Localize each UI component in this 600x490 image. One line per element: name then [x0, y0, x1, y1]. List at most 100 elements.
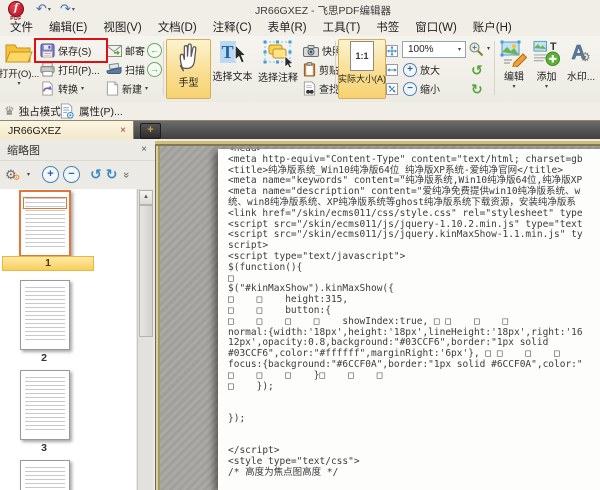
rotate-right-button[interactable]: ↻ [471, 80, 483, 97]
properties-button[interactable]: 属性(P)... [60, 103, 123, 119]
menu-item[interactable]: 账户(H) [465, 19, 520, 35]
open-button[interactable]: 打开(O)... ▾ [0, 39, 38, 97]
mail-label: 邮寄 [125, 43, 145, 58]
thumbnail-scrollbar[interactable]: ▲ [137, 189, 153, 490]
thumbnail-page-4[interactable] [20, 460, 70, 490]
tab-close-icon[interactable]: × [120, 125, 133, 136]
rotate-left-90-button[interactable]: ↺ [90, 167, 102, 182]
thumbnail-page-1[interactable] [19, 190, 71, 257]
fit-visible-button[interactable] [386, 80, 398, 97]
scroll-up-icon[interactable]: ▲ [139, 190, 153, 205]
code-line [228, 403, 583, 414]
camera-icon [303, 45, 319, 57]
redo-caret-icon[interactable]: ▾ [72, 6, 75, 13]
thumb-zoom-out-button[interactable]: − [63, 166, 80, 183]
forward-arrow-icon: → [147, 62, 162, 77]
hand-icon [175, 42, 203, 73]
menu-item[interactable]: 工具(T) [315, 19, 369, 35]
rotate-left-icon: ↺ [471, 63, 483, 77]
zoom-out-label: 缩小 [420, 81, 440, 96]
save-highlight-annotation [34, 38, 108, 63]
nav-back-button[interactable]: ← [147, 42, 162, 59]
select-annotation-button[interactable]: 选择注释 [255, 39, 301, 97]
zoom-marquee-button[interactable]: ▾ [468, 40, 490, 57]
options-gear-button[interactable]: ⚙ ⚙ [5, 167, 23, 183]
find-icon [303, 81, 316, 96]
thumb-zoom-in-button[interactable]: + [42, 166, 59, 183]
properties-label: 属性(P)... [79, 104, 123, 119]
scrollbar-thumb[interactable] [139, 205, 153, 337]
panel-title: 缩略图 [0, 142, 141, 158]
menu-item[interactable]: 书签 [368, 19, 407, 35]
separator [163, 41, 164, 95]
pdf-viewer: <head><meta http-equiv="Content-Type" co… [160, 146, 600, 490]
convert-caret-icon[interactable]: ▾ [81, 85, 84, 92]
new-caret-icon[interactable]: ▾ [145, 85, 148, 92]
undo-button[interactable]: ↶ ▾ [36, 2, 51, 16]
scan-button[interactable]: 扫描 ▾ [106, 61, 151, 78]
watermark-button[interactable]: A ⚙ 水印... [562, 39, 600, 97]
panel-close-icon[interactable]: × [141, 144, 155, 155]
fit-width-button[interactable] [386, 61, 398, 78]
zoom-out-minus-icon: − [403, 82, 417, 96]
rotate-left-button[interactable]: ↺ [471, 61, 483, 78]
undo-caret-icon[interactable]: ▾ [48, 6, 51, 13]
exclusive-mode-button[interactable]: ♛ 独占模式 [4, 103, 61, 119]
menu-item[interactable]: 窗口(W) [407, 19, 465, 35]
edit-button[interactable]: 编辑 ▾ [497, 39, 531, 97]
print-icon [40, 62, 55, 77]
fit-page-icon [386, 45, 398, 57]
add-caret-icon[interactable]: ▾ [545, 83, 548, 90]
hand-tool-button[interactable]: 手型 [166, 39, 211, 99]
code-line: <script src="/skin/ecms011/js/jquery.kin… [228, 230, 583, 241]
add-label: 添加 [537, 68, 557, 83]
actual-size-button[interactable]: 1:1 实际大小(A) [338, 39, 386, 99]
zoom-in-plus-icon: + [403, 63, 417, 77]
convert-button[interactable]: 转换 ▾ [40, 80, 84, 97]
zoom-combo-caret-icon[interactable]: ▾ [458, 46, 465, 53]
exclusive-mode-label: 独占模式 [19, 104, 61, 119]
panel-header: 缩略图 × [0, 139, 155, 161]
selected-page-number-badge[interactable]: 1 [2, 256, 94, 271]
nav-forward-button[interactable]: → [147, 61, 162, 78]
select-text-icon: T [218, 39, 248, 67]
new-button[interactable]: 新建 ▾ [106, 80, 148, 97]
convert-label: 转换 [58, 81, 78, 96]
find-label: 查找 [319, 81, 339, 96]
cursor-arrow-icon [234, 45, 247, 64]
zoom-level-value: 100% [403, 44, 458, 55]
edit-caret-icon[interactable]: ▾ [512, 83, 515, 90]
new-page-icon [106, 81, 119, 96]
mail-button[interactable]: 邮寄 ▾ [106, 42, 151, 59]
menu-item[interactable]: 视图(V) [95, 19, 149, 35]
window-title: JR66GXEZ - 飞思PDF编辑器 [255, 3, 391, 18]
select-text-button[interactable]: T 选择文本 [211, 39, 254, 97]
zoom-out-button[interactable]: − 缩小 [403, 80, 440, 97]
code-line: $(function(){ [228, 263, 583, 274]
hand-tool-label: 手型 [179, 74, 199, 89]
open-caret-icon[interactable]: ▾ [17, 80, 20, 87]
zoom-in-button[interactable]: + 放大 [403, 61, 440, 78]
rotate-right-90-button[interactable]: ↻ [106, 167, 118, 182]
menu-item[interactable]: 文档(D) [150, 19, 205, 35]
print-button[interactable]: 打印(P)... [40, 61, 100, 78]
zoom-marquee-caret-icon[interactable]: ▾ [487, 45, 490, 52]
menu-item[interactable]: 注释(C) [205, 19, 260, 35]
menu-item[interactable]: 表单(R) [260, 19, 315, 35]
fit-page-button[interactable] [386, 42, 398, 59]
thumbnail-page-2[interactable] [20, 280, 70, 350]
separator [494, 41, 495, 95]
menu-item[interactable]: 文件 [2, 19, 41, 35]
more-tools-chevron-icon[interactable]: » [121, 171, 133, 177]
thumbnail-page-3[interactable] [20, 370, 70, 440]
code-line: <link href="/skin/ecms011/css/style.css"… [228, 209, 583, 220]
snapshot-button[interactable]: 快照 [303, 42, 342, 59]
new-tab-button[interactable]: + [140, 123, 161, 139]
redo-button[interactable]: ↷ ▾ [60, 2, 75, 16]
options-caret-icon[interactable]: ▾ [27, 171, 30, 178]
add-button[interactable]: T 添加 ▾ [532, 39, 561, 97]
zoom-level-combobox[interactable]: 100% ▾ [402, 41, 466, 58]
menu-item[interactable]: 编辑(E) [41, 19, 95, 35]
tab-active[interactable]: JR66GXEZ × [0, 121, 134, 140]
fit-visible-icon [386, 83, 398, 95]
